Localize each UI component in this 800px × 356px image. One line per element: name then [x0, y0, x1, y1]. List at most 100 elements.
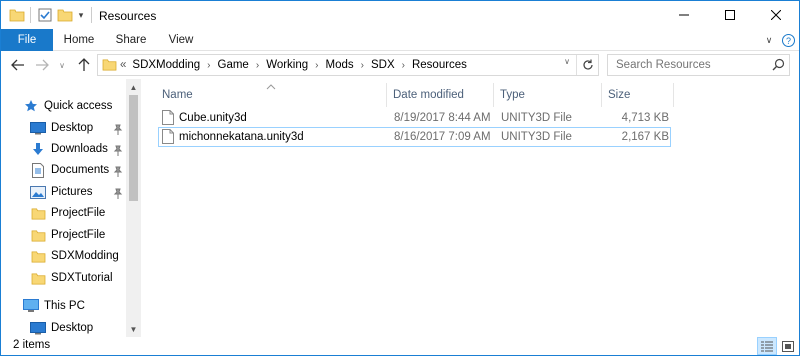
chevron-right-icon[interactable]: › — [207, 60, 210, 71]
nav-label: Desktop — [51, 122, 94, 134]
maximize-button[interactable] — [707, 1, 753, 29]
breadcrumb-mods[interactable]: Mods — [326, 59, 354, 71]
folder-icon — [9, 7, 25, 23]
search-input[interactable] — [608, 55, 768, 75]
scroll-down-icon[interactable]: ▼ — [126, 322, 141, 336]
search-icon[interactable] — [772, 58, 785, 74]
nav-this-pc[interactable]: This PC — [23, 296, 85, 316]
expand-ribbon-icon[interactable]: ∨ — [763, 32, 775, 48]
forward-arrow-icon[interactable] — [33, 56, 51, 74]
breadcrumb: « SDXModding › Game › Working › Mods › S… — [120, 55, 467, 75]
breadcrumb-sdx[interactable]: SDX — [371, 59, 395, 71]
details-view-icon[interactable] — [757, 337, 777, 355]
nav-label: This PC — [44, 300, 85, 312]
pin-icon[interactable] — [113, 187, 123, 199]
sort-ascending-icon — [266, 79, 276, 90]
file-date: 8/16/2017 7:09 AM — [394, 131, 491, 143]
customize-toolbar-icon[interactable]: ▾ — [75, 7, 87, 23]
svg-text:?: ? — [785, 36, 790, 46]
folder-icon — [30, 206, 46, 220]
desktop-icon — [30, 121, 46, 135]
chevron-right-icon[interactable]: › — [256, 60, 259, 71]
column-header-type[interactable]: Type — [494, 83, 602, 107]
divider — [91, 7, 92, 23]
address-dropdown-icon[interactable]: ∨ — [564, 57, 570, 66]
breadcrumb-sdxmodding[interactable]: SDXModding — [132, 59, 200, 71]
large-icons-view-icon[interactable] — [778, 337, 798, 355]
file-icon — [162, 129, 174, 144]
documents-icon — [30, 162, 46, 178]
nav-label: Pictures — [51, 186, 93, 198]
folder-icon — [30, 271, 46, 285]
nav-item-sdxmodding[interactable]: SDXModding — [30, 246, 119, 266]
file-date: 8/19/2017 8:44 AM — [394, 112, 491, 124]
nav-label: Quick access — [44, 100, 113, 112]
search-box[interactable] — [607, 54, 790, 76]
explorer-window: ▾ Resources File Home Share View ∨ ? ∨ «… — [0, 0, 800, 356]
file-name: Cube.unity3d — [179, 112, 247, 124]
nav-item-downloads[interactable]: Downloads — [30, 139, 108, 159]
nav-pane-scrollbar[interactable]: ▲ ▼ — [126, 79, 141, 337]
address-bar[interactable]: « SDXModding › Game › Working › Mods › S… — [97, 54, 599, 76]
column-header-size[interactable]: Size — [602, 83, 674, 107]
nav-label: Downloads — [51, 143, 108, 155]
file-size: 4,713 KB — [621, 112, 669, 124]
ribbon: File Home Share View ∨ ? — [1, 29, 799, 51]
nav-label: SDXTutorial — [51, 272, 113, 284]
pictures-icon — [30, 185, 46, 199]
breadcrumb-resources[interactable]: Resources — [412, 59, 467, 71]
table-row[interactable]: michonnekatana.unity3d 8/16/2017 7:09 AM… — [158, 127, 671, 147]
pin-icon[interactable] — [113, 144, 123, 156]
tab-home[interactable]: Home — [59, 29, 99, 51]
minimize-button[interactable] — [661, 1, 707, 29]
nav-item-projectfile[interactable]: ProjectFile — [30, 203, 105, 223]
pin-icon[interactable] — [113, 123, 123, 135]
nav-label: ProjectFile — [51, 229, 106, 241]
item-count: 2 items — [13, 339, 51, 351]
help-icon[interactable]: ? — [781, 32, 795, 48]
file-type: UNITY3D File — [501, 131, 572, 143]
nav-item-pictures[interactable]: Pictures — [30, 182, 93, 202]
file-type: UNITY3D File — [501, 112, 572, 124]
navigation-pane: Quick access Desktop Downloads Documents — [1, 79, 141, 337]
back-arrow-icon[interactable] — [9, 56, 27, 74]
star-icon — [23, 99, 39, 113]
new-folder-icon[interactable] — [57, 7, 73, 23]
nav-item-projectfile[interactable]: ProjectFile — [30, 225, 105, 245]
file-list: Name Date modified Type Size Cube.unity3… — [141, 79, 799, 337]
file-size: 2,167 KB — [621, 131, 669, 143]
nav-quick-access[interactable]: Quick access — [23, 96, 112, 116]
file-icon — [162, 110, 174, 125]
column-header-date-modified[interactable]: Date modified — [387, 83, 494, 107]
computer-icon — [23, 299, 39, 313]
recent-locations-icon[interactable]: ∨ — [53, 56, 71, 74]
pin-icon[interactable] — [113, 165, 123, 177]
refresh-button[interactable] — [576, 55, 598, 75]
properties-icon[interactable] — [37, 7, 53, 23]
up-arrow-icon[interactable] — [75, 56, 93, 74]
nav-item-desktop[interactable]: Desktop — [30, 118, 93, 138]
folder-icon — [30, 249, 46, 263]
breadcrumb-game[interactable]: Game — [218, 59, 249, 71]
table-row[interactable]: Cube.unity3d 8/19/2017 8:44 AM UNITY3D F… — [158, 108, 671, 128]
file-name: michonnekatana.unity3d — [179, 131, 304, 143]
scroll-up-icon[interactable]: ▲ — [126, 80, 141, 94]
chevron-right-icon[interactable]: › — [361, 60, 364, 71]
tab-file[interactable]: File — [1, 29, 53, 51]
navigation-bar: ∨ « SDXModding › Game › Working › Mods ›… — [1, 51, 799, 79]
nav-item-documents[interactable]: Documents — [30, 160, 109, 180]
tab-share[interactable]: Share — [111, 29, 151, 51]
nav-item-sdxtutorial[interactable]: SDXTutorial — [30, 268, 113, 288]
nav-label: SDXModding — [51, 250, 119, 262]
scrollbar-thumb[interactable] — [129, 95, 138, 201]
desktop-icon — [30, 321, 46, 335]
window-title: Resources — [99, 9, 157, 23]
chevron-right-icon[interactable]: › — [402, 60, 405, 71]
title-bar: ▾ Resources — [1, 1, 799, 29]
nav-item-this-pc-desktop[interactable]: Desktop — [30, 318, 93, 338]
breadcrumb-overflow[interactable]: « — [120, 59, 126, 71]
chevron-right-icon[interactable]: › — [315, 60, 318, 71]
close-button[interactable] — [753, 1, 799, 29]
breadcrumb-working[interactable]: Working — [266, 59, 308, 71]
tab-view[interactable]: View — [161, 29, 201, 51]
